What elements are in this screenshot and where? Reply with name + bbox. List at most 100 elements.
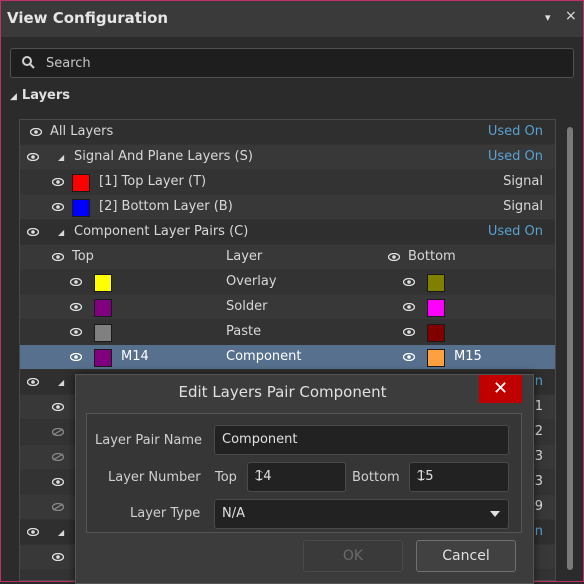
component-group-status: Used On <box>487 224 543 239</box>
ok-button[interactable]: OK <box>303 540 403 572</box>
close-icon[interactable]: × <box>565 8 577 24</box>
dialog-fields-group: Layer Pair Name Component Layer Number T… <box>86 413 522 533</box>
top-color-swatch[interactable] <box>94 324 112 342</box>
layer-type-label: Layer Type <box>130 506 201 521</box>
layer-type-select[interactable]: N/A <box>214 499 509 529</box>
bottom-layer-label: [2] Bottom Layer (B) <box>99 199 233 214</box>
eye-icon[interactable] <box>70 303 82 311</box>
pair-row-overlay[interactable]: Overlay <box>20 270 555 294</box>
dialog-title: Edit Layers Pair Component <box>178 383 387 401</box>
eye-icon[interactable] <box>52 203 64 211</box>
scroll-thumb[interactable] <box>567 127 573 570</box>
title-bar: View Configuration ▾ × <box>1 1 583 37</box>
signal-group-row[interactable]: ◢ Signal And Plane Layers (S) Used On <box>20 145 555 169</box>
component-group-label: Component Layer Pairs (C) <box>74 224 249 239</box>
pair-header-row: Top Layer Bottom <box>20 245 555 269</box>
top-color-swatch[interactable] <box>94 349 112 367</box>
eye-icon[interactable] <box>388 253 400 261</box>
eye-icon[interactable] <box>70 328 82 336</box>
pair-row-solder[interactable]: Solder <box>20 295 555 319</box>
eye-icon[interactable] <box>70 353 82 361</box>
cancel-button[interactable]: Cancel <box>416 540 516 572</box>
spin-down-icon[interactable]: ﹀ <box>417 477 506 488</box>
spin-up-icon[interactable]: ︿ <box>255 464 343 475</box>
spin-down-icon[interactable]: ﹀ <box>255 477 343 488</box>
bottom-layer-row[interactable]: [2] Bottom Layer (B) Signal <box>20 195 555 219</box>
collapse-triangle-icon: ◢ <box>10 92 17 102</box>
bottom-color-swatch[interactable] <box>427 274 445 292</box>
pair-header-bottom: Bottom <box>408 249 456 264</box>
eye-icon[interactable] <box>30 128 42 136</box>
layer-pair-name-field[interactable]: Component <box>214 425 509 455</box>
all-layers-status: Used On <box>487 124 543 139</box>
eye-icon[interactable] <box>52 478 64 486</box>
pair-row-component-selected[interactable]: M14 Component M15 <box>20 345 555 369</box>
pair-layer-label: Overlay <box>226 274 277 289</box>
bottom-color-swatch[interactable] <box>427 324 445 342</box>
eye-icon[interactable] <box>27 153 39 161</box>
window-title: View Configuration <box>7 9 169 27</box>
signal-group-status: Used On <box>487 149 543 164</box>
top-layer-color-swatch[interactable] <box>72 174 90 192</box>
vertical-scrollbar[interactable] <box>563 119 575 577</box>
bottom-color-swatch[interactable] <box>427 349 445 367</box>
eye-icon[interactable] <box>403 353 415 361</box>
top-layer-label: [1] Top Layer (T) <box>99 174 207 189</box>
pair-top-name: M14 <box>121 349 149 364</box>
collapse-triangle-icon[interactable]: ◢ <box>58 153 64 162</box>
pin-dropdown-icon[interactable]: ▾ <box>545 11 551 24</box>
layer-pair-name-value: Component <box>222 432 298 447</box>
search-box[interactable] <box>10 48 574 78</box>
edit-layers-pair-dialog: Edit Layers Pair Component ✕ Layer Pair … <box>75 374 534 584</box>
top-number-stepper[interactable]: 14 ︿ ﹀ <box>247 462 346 492</box>
eye-icon[interactable] <box>52 178 64 186</box>
eye-icon[interactable] <box>52 403 64 411</box>
collapse-triangle-icon[interactable]: ◢ <box>58 528 64 537</box>
pair-layer-label: Component <box>226 349 302 364</box>
eye-icon[interactable] <box>52 253 64 261</box>
eye-icon[interactable] <box>403 278 415 286</box>
eye-hidden-icon[interactable] <box>52 453 64 461</box>
eye-icon[interactable] <box>403 328 415 336</box>
bottom-number-label: Bottom <box>352 470 400 485</box>
eye-icon[interactable] <box>52 553 64 561</box>
eye-icon[interactable] <box>403 303 415 311</box>
bottom-number-stepper[interactable]: 15 ︿ ﹀ <box>409 462 509 492</box>
layers-section-header[interactable]: ◢ Layers <box>10 88 70 103</box>
top-layer-row[interactable]: [1] Top Layer (T) Signal <box>20 170 555 194</box>
signal-group-label: Signal And Plane Layers (S) <box>74 149 253 164</box>
eye-icon[interactable] <box>70 278 82 286</box>
pair-bottom-name: M15 <box>454 349 482 364</box>
bottom-color-swatch[interactable] <box>427 299 445 317</box>
pair-layer-label: Solder <box>226 299 268 314</box>
pair-row-paste[interactable]: Paste <box>20 320 555 344</box>
bottom-layer-color-swatch[interactable] <box>72 199 90 217</box>
bottom-layer-type: Signal <box>503 199 543 214</box>
search-icon <box>22 56 35 69</box>
pair-layer-label: Paste <box>226 324 262 339</box>
layers-section-label: Layers <box>21 88 71 103</box>
eye-icon[interactable] <box>27 378 39 386</box>
layer-number-label: Layer Number <box>108 470 201 485</box>
spin-up-icon[interactable]: ︿ <box>417 464 506 475</box>
pair-header-layer: Layer <box>226 249 263 264</box>
chevron-down-icon <box>490 511 500 517</box>
hidden-row-value: 9 <box>534 499 543 514</box>
layer-type-value: N/A <box>222 506 245 521</box>
eye-hidden-icon[interactable] <box>52 503 64 511</box>
collapse-triangle-icon[interactable]: ◢ <box>58 378 64 387</box>
all-layers-row[interactable]: All Layers Used On <box>20 120 555 144</box>
dialog-close-button[interactable]: ✕ <box>479 375 522 403</box>
top-color-swatch[interactable] <box>94 274 112 292</box>
pair-header-top: Top <box>72 249 94 264</box>
all-layers-label: All Layers <box>50 124 114 139</box>
eye-hidden-icon[interactable] <box>52 428 64 436</box>
layer-pair-name-label: Layer Pair Name <box>95 433 203 448</box>
search-input[interactable] <box>44 52 548 74</box>
top-color-swatch[interactable] <box>94 299 112 317</box>
component-group-row[interactable]: ◢ Component Layer Pairs (C) Used On <box>20 220 555 244</box>
top-layer-type: Signal <box>503 174 543 189</box>
collapse-triangle-icon[interactable]: ◢ <box>58 228 64 237</box>
eye-icon[interactable] <box>27 228 39 236</box>
eye-icon[interactable] <box>27 528 39 536</box>
